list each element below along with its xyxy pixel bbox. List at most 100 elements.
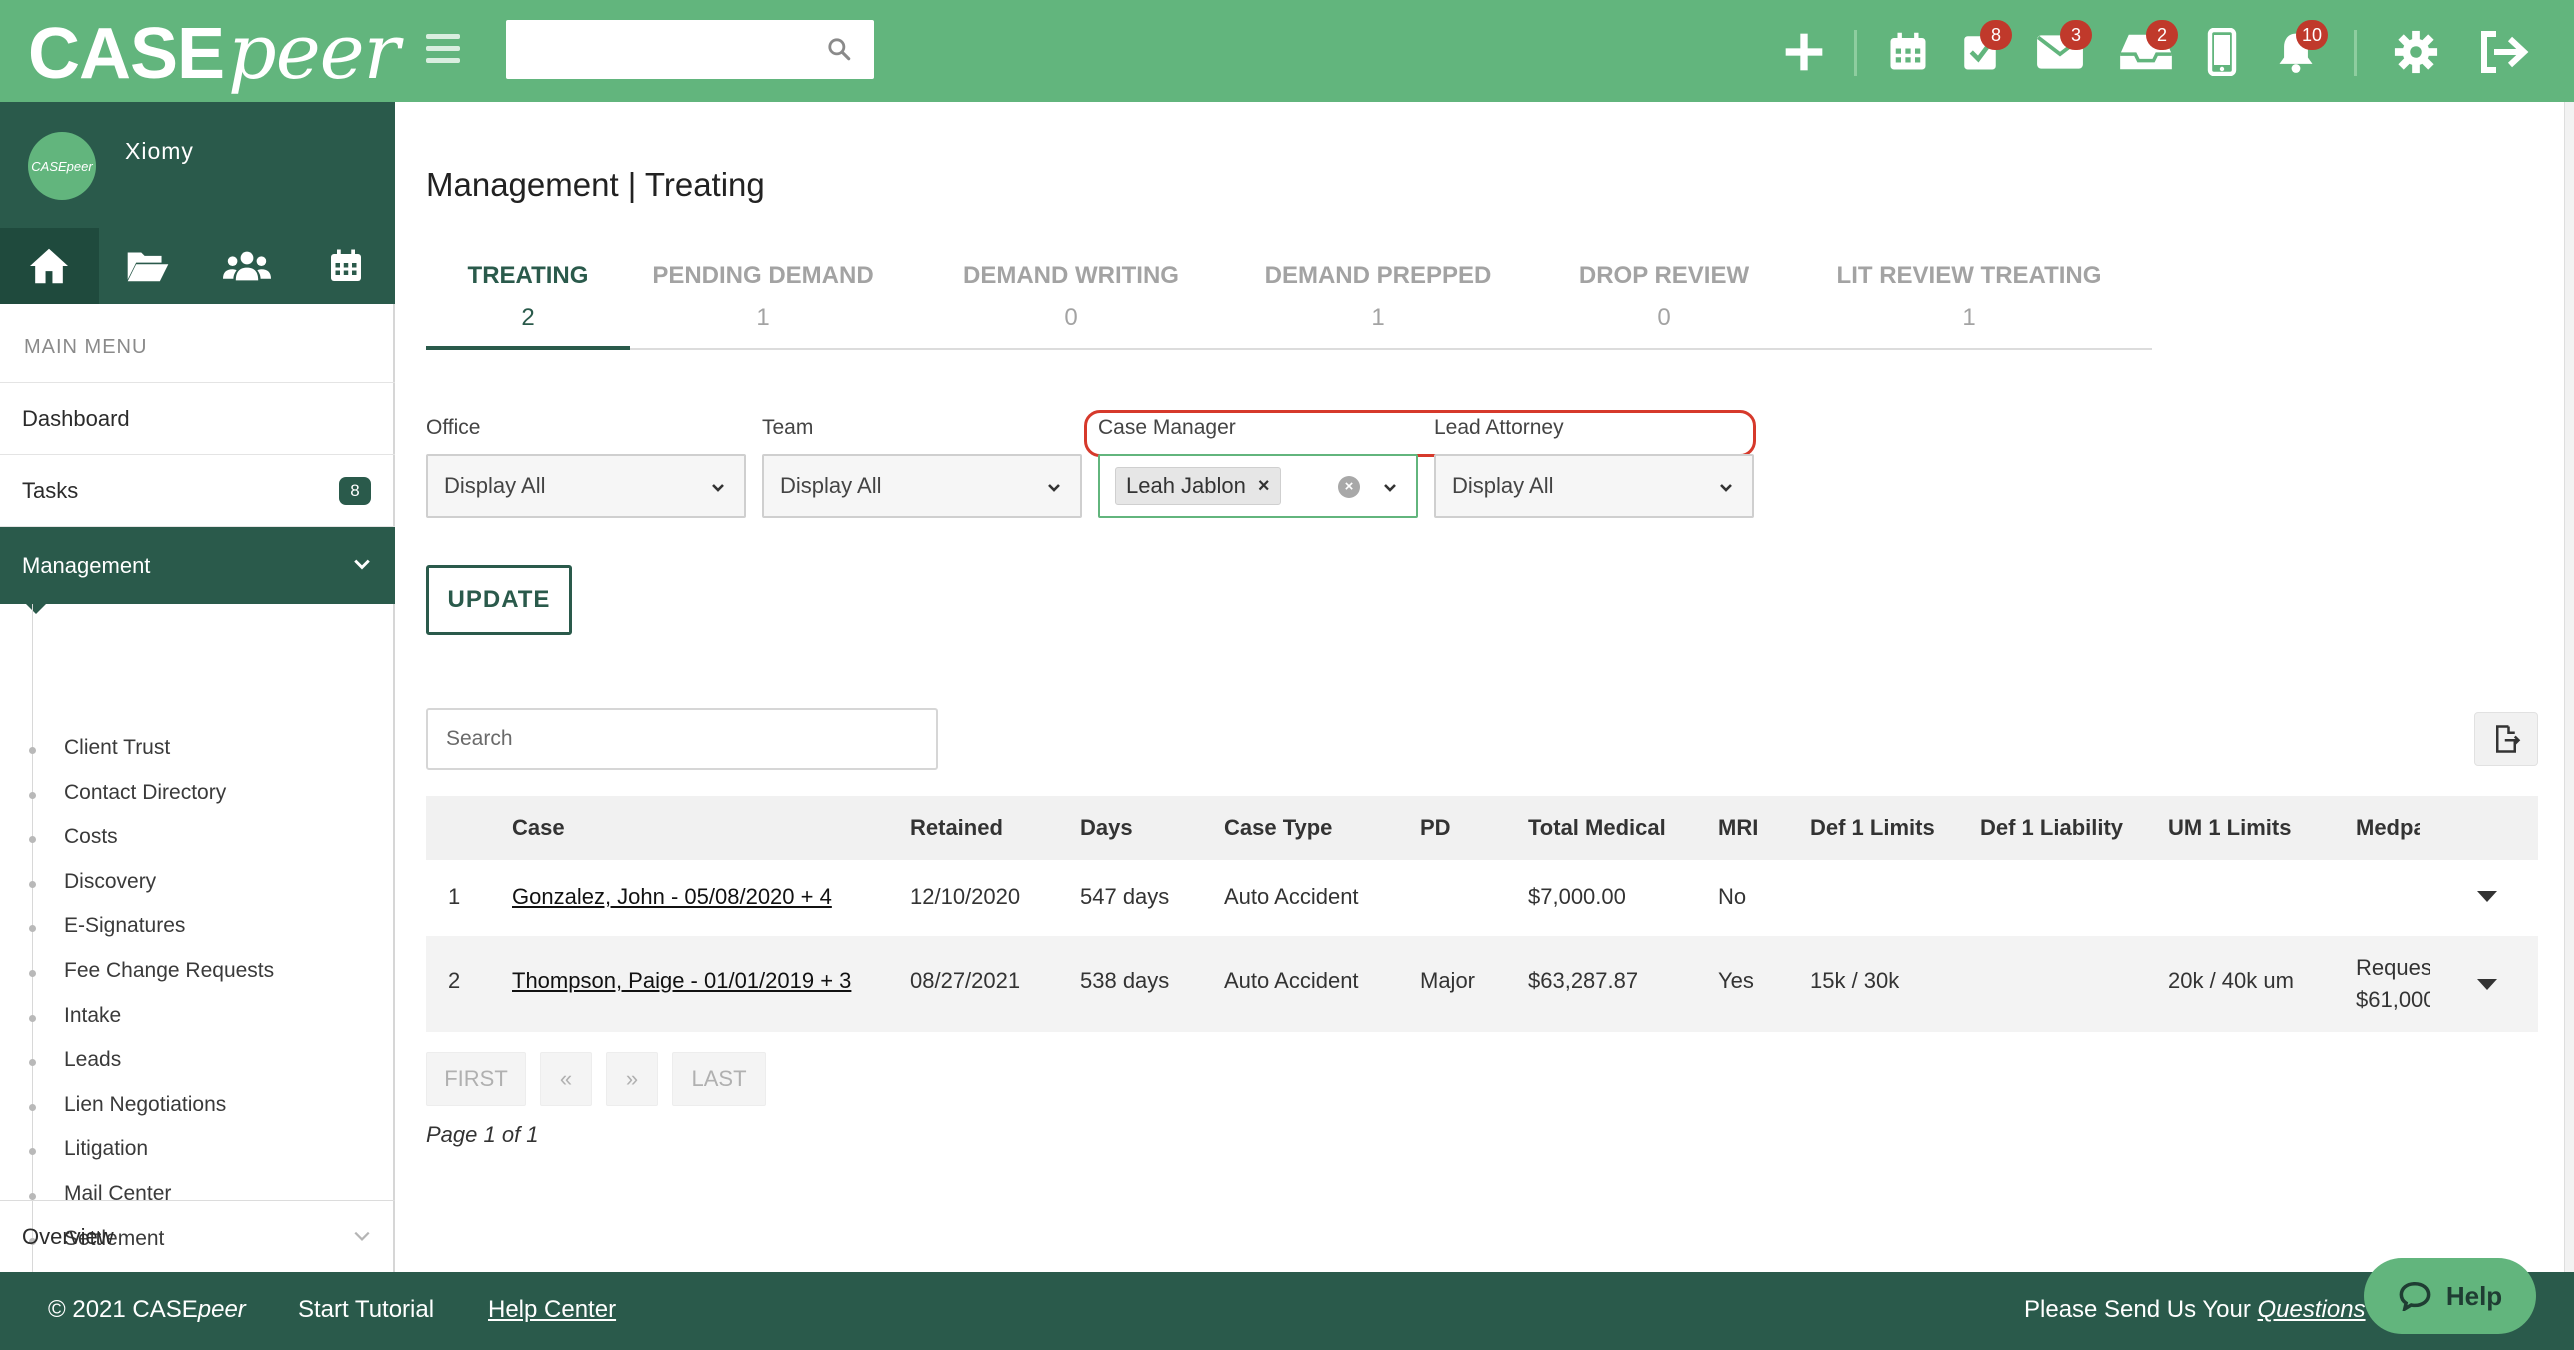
- expand-row-caret-icon[interactable]: [2476, 976, 2498, 992]
- questions-prefix: Please Send Us Your: [2024, 1296, 2258, 1323]
- notifications-bell-icon[interactable]: 10: [2266, 20, 2328, 82]
- expand-row-caret-icon[interactable]: [2476, 888, 2498, 904]
- tab-count: 0: [1064, 304, 1078, 331]
- users-group-icon[interactable]: [198, 228, 297, 304]
- inbox-tray-icon[interactable]: 2: [2116, 20, 2178, 82]
- table-row: 1 Gonzalez, John - 05/08/2020 + 4 12/10/…: [426, 860, 2538, 932]
- help-button-label: Help: [2445, 1280, 2503, 1311]
- tab-drop-review[interactable]: DROP REVIEW 0: [1556, 248, 1772, 350]
- home-icon[interactable]: [0, 228, 99, 304]
- tasks-check-icon[interactable]: 8: [1950, 20, 2012, 82]
- team-select[interactable]: Display All: [762, 454, 1082, 518]
- column-header-um1-limits[interactable]: UM 1 Limits: [2168, 796, 2291, 860]
- submenu-item-client-trust[interactable]: Client Trust: [64, 736, 170, 760]
- first-page-button[interactable]: FIRST: [426, 1052, 526, 1106]
- submenu-item-contact-directory[interactable]: Contact Directory: [64, 781, 226, 805]
- copyright-peer: peer: [197, 1296, 246, 1323]
- gear-icon[interactable]: [2386, 22, 2446, 82]
- mail-badge: 3: [2060, 20, 2092, 50]
- page-info: Page 1 of 1: [426, 1122, 539, 1147]
- case-type-value: Auto Accident: [1224, 884, 1359, 909]
- hamburger-menu-icon[interactable]: [426, 34, 460, 64]
- sidebar-item-tasks[interactable]: Tasks 8: [0, 454, 395, 526]
- global-search-input[interactable]: [506, 20, 874, 79]
- folder-open-icon[interactable]: [99, 228, 198, 304]
- clear-selection-icon[interactable]: ×: [1338, 476, 1360, 498]
- sidebar-item-overview[interactable]: Overview: [0, 1200, 395, 1272]
- table-search-input[interactable]: [426, 708, 938, 770]
- tab-count: 1: [756, 304, 770, 331]
- sidebar-item-management[interactable]: Management: [0, 526, 395, 604]
- column-header-total-medical[interactable]: Total Medical: [1528, 796, 1666, 860]
- start-tutorial-link[interactable]: Start Tutorial: [298, 1296, 434, 1324]
- submenu-item-litigation[interactable]: Litigation: [64, 1137, 148, 1161]
- submenu-item-costs[interactable]: Costs: [64, 825, 118, 849]
- tasks-count-badge: 8: [339, 477, 371, 505]
- last-page-button[interactable]: LAST: [672, 1052, 766, 1106]
- calendar-icon[interactable]: [296, 228, 395, 304]
- tab-treating[interactable]: TREATING 2: [426, 248, 630, 350]
- page-scrollbar[interactable]: [2564, 102, 2574, 1272]
- questions-link[interactable]: Questions: [2258, 1296, 2366, 1323]
- pagination: FIRST « » LAST: [426, 1052, 766, 1106]
- submenu-item-leads[interactable]: Leads: [64, 1048, 121, 1072]
- def1-limits-value: 15k / 30k: [1810, 968, 1900, 993]
- submenu-item-fee-change-requests[interactable]: Fee Change Requests: [64, 959, 274, 983]
- retained-date: 12/10/2020: [910, 884, 1021, 909]
- column-header-def1-liability[interactable]: Def 1 Liability: [1980, 796, 2123, 860]
- copyright-text: © 2021 CASEpeer: [48, 1296, 246, 1324]
- chevron-down-icon: [1384, 484, 1396, 492]
- tab-lit-review-treating[interactable]: LIT REVIEW TREATING 1: [1820, 248, 2118, 350]
- mobile-phone-icon[interactable]: [2192, 22, 2252, 82]
- sidebar-item-label: Tasks: [22, 477, 79, 503]
- row-number: 2: [448, 968, 461, 993]
- column-header-case[interactable]: Case: [512, 796, 565, 860]
- submenu-item-e-signatures[interactable]: E-Signatures: [64, 914, 185, 938]
- column-header-mri[interactable]: MRI: [1718, 796, 1758, 860]
- case-link[interactable]: Thompson, Paige - 01/01/2019 + 3: [512, 968, 851, 994]
- remove-chip-icon[interactable]: ×: [1258, 475, 1270, 498]
- tab-pending-demand[interactable]: PENDING DEMAND 1: [636, 248, 890, 350]
- lead-attorney-select[interactable]: Display All: [1434, 454, 1754, 518]
- chevron-down-icon: [354, 559, 370, 570]
- total-medical-value: $63,287.87: [1528, 968, 1639, 993]
- column-header-pd[interactable]: PD: [1420, 796, 1451, 860]
- case-link[interactable]: Gonzalez, John - 05/08/2020 + 4: [512, 884, 832, 910]
- column-header-days[interactable]: Days: [1080, 796, 1133, 860]
- avatar[interactable]: CASEpeer: [28, 132, 96, 200]
- help-button[interactable]: Help: [2364, 1258, 2536, 1334]
- case-manager-select[interactable]: Leah Jablon × ×: [1098, 454, 1418, 518]
- logout-icon[interactable]: [2474, 22, 2534, 82]
- team-filter-label: Team: [762, 416, 814, 439]
- office-select[interactable]: Display All: [426, 454, 746, 518]
- chip-label: Leah Jablon: [1126, 473, 1246, 498]
- update-button[interactable]: UPDATE: [426, 565, 572, 635]
- search-icon[interactable]: [826, 36, 852, 62]
- casepeer-logo[interactable]: CASEpeer: [28, 8, 400, 98]
- case-manager-filter-label: Case Manager: [1098, 416, 1236, 439]
- submenu-item-intake[interactable]: Intake: [64, 1004, 121, 1028]
- help-center-link[interactable]: Help Center: [488, 1296, 616, 1324]
- column-header-medpay[interactable]: Medpa: [2356, 796, 2420, 860]
- mail-icon[interactable]: 3: [2030, 20, 2092, 82]
- previous-page-button[interactable]: «: [540, 1052, 592, 1106]
- team-select-value: Display All: [780, 473, 882, 498]
- next-page-button[interactable]: »: [606, 1052, 658, 1106]
- tab-demand-prepped[interactable]: DEMAND PREPPED 1: [1252, 248, 1504, 350]
- plus-icon[interactable]: [1774, 22, 1834, 82]
- tab-count: 2: [521, 304, 535, 331]
- mri-value: Yes: [1718, 968, 1754, 993]
- submenu-guide-line: [32, 604, 33, 1294]
- column-header-def1-limits[interactable]: Def 1 Limits: [1810, 796, 1935, 860]
- sidebar-item-label: Overview: [22, 1223, 114, 1249]
- tab-demand-writing[interactable]: DEMAND WRITING 0: [946, 248, 1196, 350]
- submenu-item-discovery[interactable]: Discovery: [64, 870, 156, 894]
- export-button[interactable]: [2474, 712, 2538, 766]
- tab-count: 0: [1657, 304, 1671, 331]
- sidebar-item-dashboard[interactable]: Dashboard: [0, 382, 395, 454]
- column-header-case-type[interactable]: Case Type: [1224, 796, 1332, 860]
- column-header-retained[interactable]: Retained: [910, 796, 1003, 860]
- calendar-icon[interactable]: [1878, 22, 1938, 82]
- case-type-value: Auto Accident: [1224, 968, 1359, 993]
- submenu-item-lien-negotiations[interactable]: Lien Negotiations: [64, 1093, 226, 1117]
